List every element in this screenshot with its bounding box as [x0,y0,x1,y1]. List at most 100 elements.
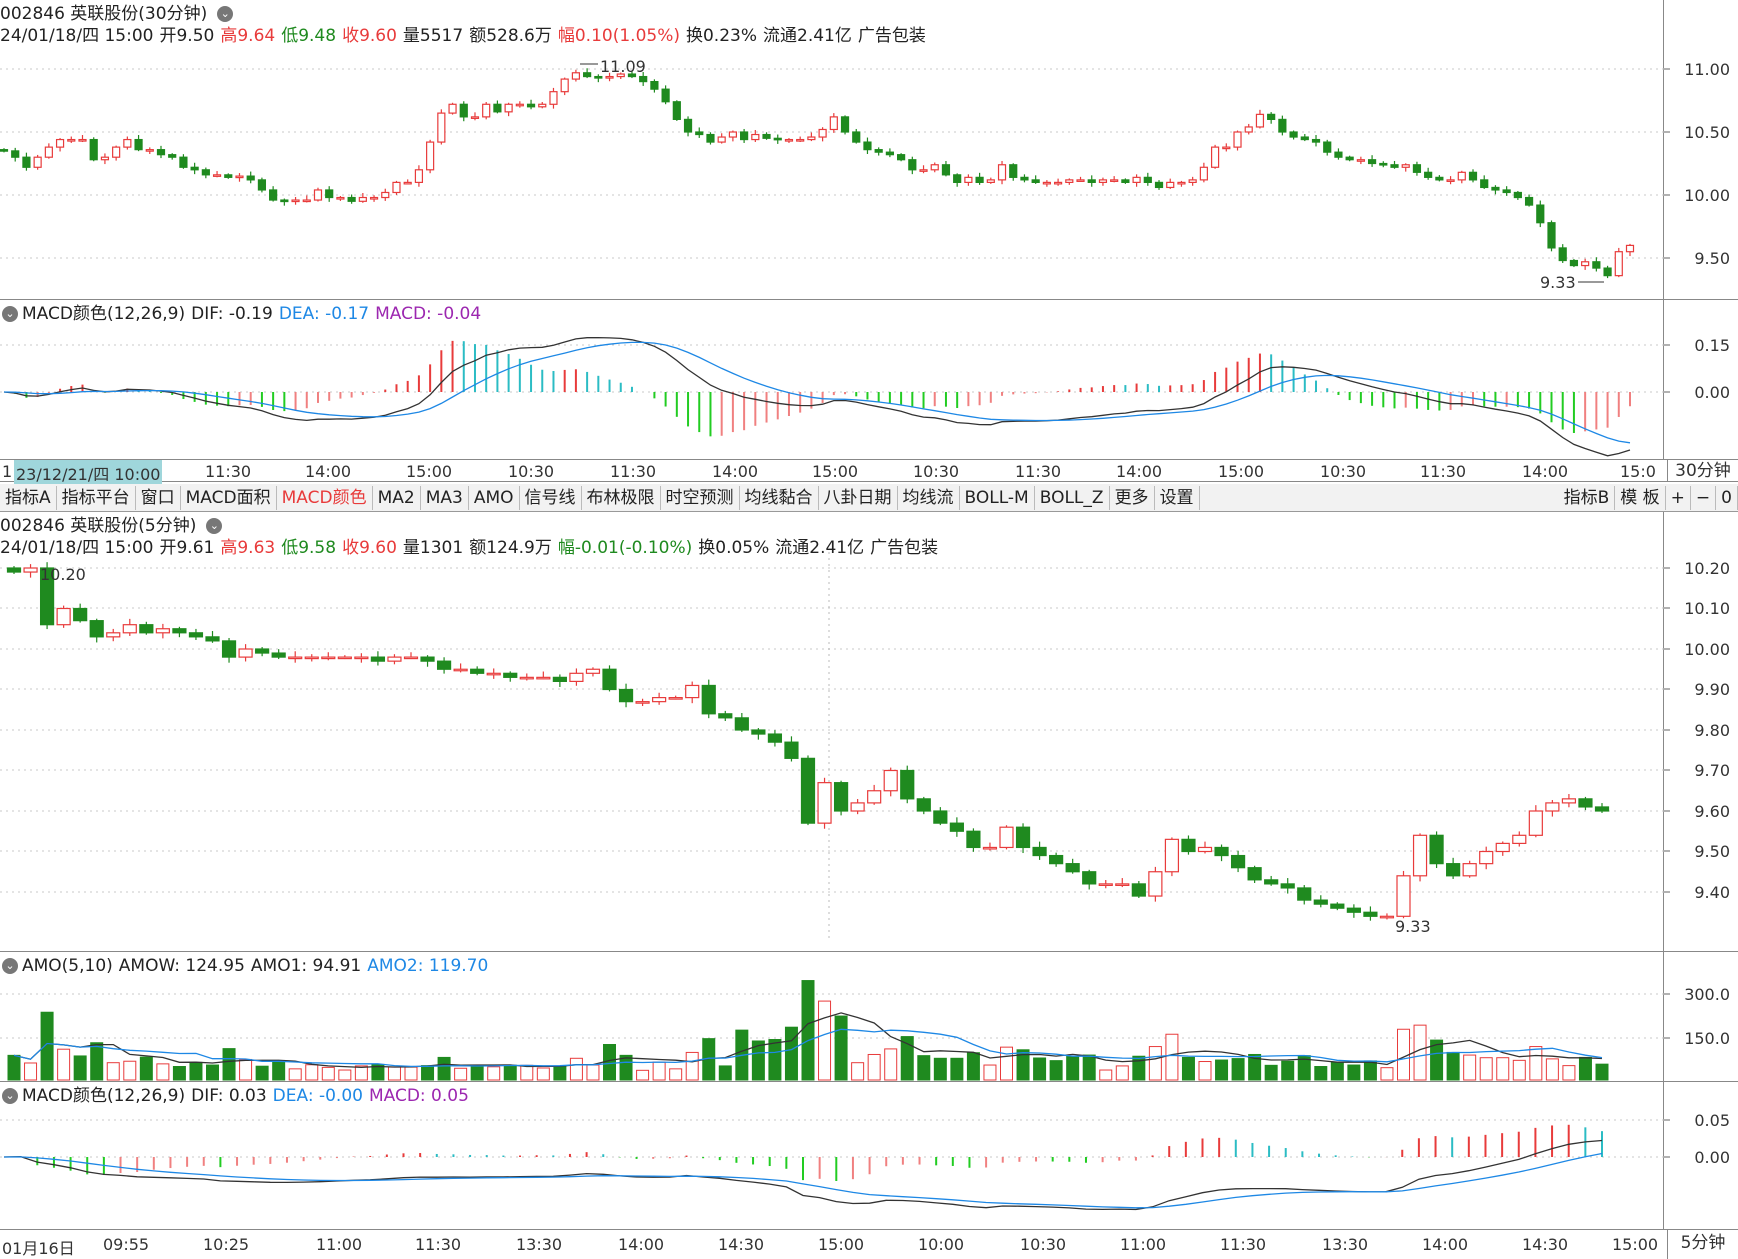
candle-body [966,830,981,849]
toolbar-button-7[interactable]: AMO [469,485,520,510]
bottom-macd-dif: DIF: 0.03 [191,1086,267,1106]
toolbar-button-6[interactable]: MA3 [421,485,469,510]
candle-body [1356,159,1365,162]
toolbar-right-button-0[interactable]: 指标B [1559,485,1616,510]
chevron-down-icon[interactable]: ⌄ [217,6,234,22]
candle-body [751,133,760,141]
candle-body [1280,883,1295,889]
toolbar-right-button-1[interactable]: 模 板 [1615,485,1666,510]
candle-body [403,656,419,660]
time-tick: 14:00 [305,462,352,481]
candle-body [1379,162,1388,166]
toolbar-button-16[interactable]: 更多 [1110,485,1155,510]
toolbar-left: 指标A 指标平台 窗口 MACD面积 MACD颜色 MA2 MA3 AMO 信号线 布林极限 时空预… [0,485,1200,510]
bottom-price-y-tick-label: 9.50 [1694,842,1730,861]
amo-bar [40,1011,54,1081]
time-tick: 11:30 [1015,462,1062,481]
toolbar-button-13[interactable]: 均线流 [898,485,960,510]
bottom-candle-chart[interactable]: 10.20 10.10 10.00 9.90 9.80 9.70 9.60 9.50 9.40 1… [0,512,1738,952]
toolbar-button-5[interactable]: MA2 [373,485,421,510]
amo-bar [1314,1066,1328,1081]
top-price-pane[interactable]: 002846 英联股份(30分钟) ⌄ 24/01/18/四 15:00 开9.50… [0,0,1738,300]
amo-amo1: AMO1: 94.91 [250,956,362,976]
amo-bar [933,1057,947,1081]
toolbar-button-11[interactable]: 均线黏合 [740,485,819,510]
candle-body [369,196,379,200]
amo-bar [123,1060,137,1081]
candle-body [291,199,300,203]
candle-body [288,656,303,660]
info-date: 24/01/18/四 15:00 [0,538,154,558]
amo-bar [718,1065,732,1081]
toolbar-button-15[interactable]: BOLL_Z [1035,485,1110,510]
candle-body [1480,179,1489,189]
toolbar-button-10[interactable]: 时空预测 [661,485,740,510]
candle-body [1297,887,1312,901]
candle-body [1495,842,1510,853]
candle-body [999,826,1014,849]
candle-body [1197,846,1213,853]
toolbar-button-14[interactable]: BOLL-M [960,485,1035,510]
time-tick: 14:00 [1116,462,1163,481]
bottom-period-label[interactable]: 5分钟 [1667,1230,1738,1259]
bottom-macd-pane[interactable]: ⌄ MACD颜色(12,26,9) DIF: 0.03 DEA: -0.00 MACD:… [0,1082,1738,1230]
candle-body [1512,834,1527,844]
candle-body [55,138,65,148]
toolbar-button-8[interactable]: 信号线 [520,485,582,510]
chevron-down-icon[interactable]: ⌄ [2,306,18,322]
candle-body [1255,113,1265,128]
info-vol: 1301 [419,538,464,558]
toolbar-button-9[interactable]: 布林极限 [582,485,661,510]
candle-body [381,191,390,199]
toolbar-button-1[interactable]: 指标平台 [57,485,136,510]
candle-body [1053,181,1063,185]
candle-body [583,72,592,78]
toolbar-button-2[interactable]: 窗口 [136,485,181,510]
candle-body [1536,204,1545,224]
bottom-price-pane[interactable]: 002846 英联股份(5分钟) ⌄ 24/01/18/四 15:00 开9.61 高… [0,512,1738,952]
top-macd-value: MACD: -0.04 [375,304,482,324]
candle-body [1177,181,1186,185]
top-macd-pane[interactable]: ⌄ MACD颜色(12,26,9) DIF: -0.19 DEA: -0.17 MACD… [0,300,1738,460]
amo-bar [1115,1065,1129,1081]
candle-body [122,624,137,634]
time-tick: 11:00 [1120,1235,1167,1254]
info-chg-label: 幅 [557,538,575,558]
time-tick: 10:25 [203,1235,250,1254]
candle-body [321,656,336,660]
candle-body [1143,176,1152,184]
amo-bar [487,1066,501,1081]
chevron-down-icon[interactable]: ⌄ [2,958,18,974]
candle-body [1300,136,1309,141]
candle-body [796,138,805,142]
toolbar-button-4[interactable]: MACD颜色 [277,485,373,510]
toolbar-right-button-3[interactable]: − [1691,485,1717,510]
chevron-down-icon[interactable]: ⌄ [2,1088,18,1104]
bottom-macd-title: MACD颜色(12,26,9) [22,1086,186,1106]
amo-bar [305,1064,319,1081]
candle-body [817,782,832,824]
amo-bar [1033,1057,1047,1081]
amo-bar [1578,1056,1592,1081]
toolbar-button-17[interactable]: 设置 [1155,485,1200,510]
chevron-down-icon[interactable]: ⌄ [206,518,223,534]
toolbar-button-12[interactable]: 八卦日期 [819,485,898,510]
time-tick: 14:00 [1422,1235,1469,1254]
toolbar-right-button-4[interactable]: 0 [1716,485,1738,510]
amo-bar [1148,1046,1162,1081]
toolbar-right-button-2[interactable]: + [1666,485,1691,510]
candle-body [1323,141,1332,153]
candle-body [1412,164,1422,173]
candle-body [1396,875,1411,917]
top-period-label[interactable]: 30分钟 [1667,460,1738,481]
candle-body [1032,846,1047,857]
bottom-macd-header: ⌄ MACD颜色(12,26,9) DIF: 0.03 DEA: -0.00 MACD:… [0,1085,475,1107]
amo-bar [1099,1069,1113,1081]
amo-bar [1479,1057,1493,1081]
toolbar-button-3[interactable]: MACD面积 [181,485,277,510]
candle-body [1087,179,1096,184]
candle-body [883,769,898,792]
toolbar-button-0[interactable]: 指标A [0,485,57,510]
indicator-toolbar: 指标A 指标平台 窗口 MACD面积 MACD颜色 MA2 MA3 AMO 信号线 布林极限 时空预… [0,484,1738,512]
amo-pane[interactable]: ⌄ AMO(5,10) AMOW: 124.95 AMO1: 94.91 AMO2: 1… [0,952,1738,1082]
